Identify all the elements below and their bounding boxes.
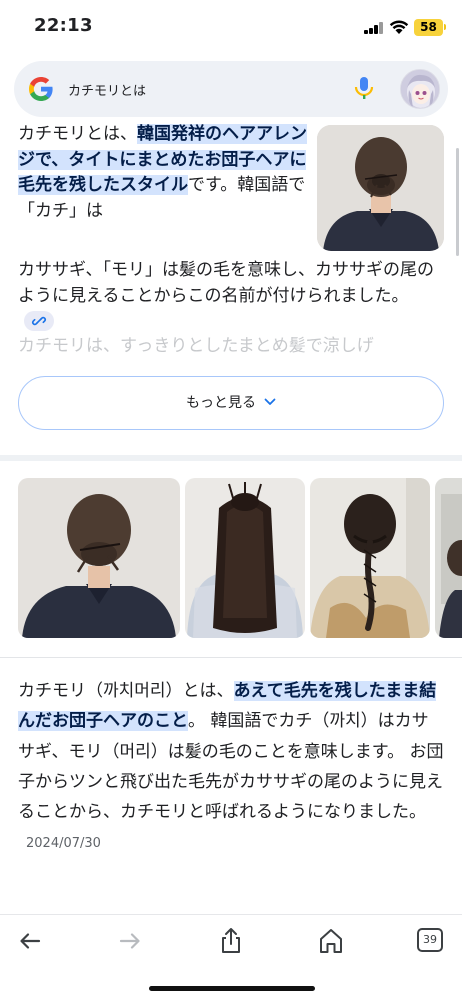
home-indicator[interactable] <box>149 986 315 991</box>
share-icon[interactable] <box>215 925 247 957</box>
image-result-2[interactable] <box>185 478 305 638</box>
wifi-icon <box>389 20 409 34</box>
snippet-intro: カチモリ（까치머리）とは、 <box>18 681 234 701</box>
tab-count: 39 <box>423 933 437 946</box>
status-bar: 22:13 58 <box>0 0 462 52</box>
show-more-label: もっと見る <box>186 395 256 411</box>
image-result-1[interactable] <box>18 478 180 638</box>
scrollbar[interactable] <box>456 148 459 256</box>
search-input[interactable]: カチモリとは <box>68 80 146 99</box>
answer-text: カチモリとは、韓国発祥のヘアアレンジで、タイトにまとめたお団子ヘアに毛先を残した… <box>18 122 314 224</box>
chevron-down-icon <box>264 398 276 405</box>
answer-intro: カチモリとは、 <box>18 124 137 144</box>
mic-icon[interactable] <box>353 76 375 102</box>
show-more-button[interactable]: もっと見る <box>18 376 444 430</box>
forward-arrow-icon[interactable] <box>114 925 146 957</box>
signal-icon <box>364 22 384 34</box>
avatar[interactable] <box>400 69 440 109</box>
image-result-3[interactable] <box>310 478 430 638</box>
battery-level: 58 <box>414 19 443 36</box>
battery-cap <box>444 24 446 30</box>
home-icon[interactable] <box>315 925 347 957</box>
result-divider <box>0 657 462 658</box>
hairstyle-thumbnail[interactable] <box>317 125 444 251</box>
faded-preview-text: カチモリは、すっきりとしたまとめ髪で涼しげ <box>18 336 374 356</box>
snippet-date: 2024/07/30 <box>26 836 101 852</box>
answer-tail-text: カササギ、「モリ」は髪の毛を意味し、カササギの尾のように見えることからこの名前が… <box>18 260 434 306</box>
section-divider <box>0 455 462 461</box>
search-bar[interactable]: カチモリとは <box>14 61 448 117</box>
status-time: 22:13 <box>34 15 93 36</box>
tabs-icon[interactable]: 39 <box>417 928 443 952</box>
image-result-4[interactable] <box>435 478 462 638</box>
back-arrow-icon[interactable] <box>14 925 46 957</box>
answer-tail: カササギ、「モリ」は髪の毛を意味し、カササギの尾のように見えることからこの名前が… <box>18 258 438 335</box>
source-link-button[interactable] <box>24 311 54 331</box>
snippet-text: カチモリ（까치머리）とは、あえて毛先を残したまま結んだお団子ヘアのこと。 韓国語… <box>18 676 444 860</box>
google-logo-icon[interactable] <box>28 76 54 102</box>
link-icon <box>32 316 46 326</box>
